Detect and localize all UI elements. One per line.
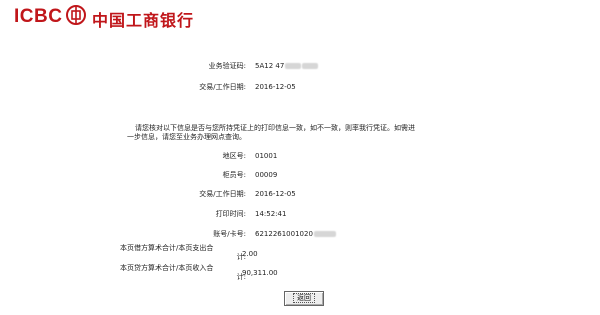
notice-line-2: 一步信息，请您至业务办理网点查询。 [127, 133, 246, 141]
detail-date-label: 交易/工作日期: [199, 190, 246, 198]
verify-code-value: 5A12 47 [255, 62, 319, 71]
credit-value: 90,311.00 [242, 269, 278, 277]
debit-value: 2.00 [242, 250, 258, 258]
print-time-label: 打印时间: [215, 210, 246, 218]
detail-date-value: 2016-12-05 [255, 190, 296, 198]
back-button[interactable]: 返回 [284, 291, 324, 306]
debit-label-line2: 计: [236, 253, 246, 261]
teller-value: 00009 [255, 171, 278, 179]
redacted-mark [302, 63, 319, 69]
verify-code-label: 业务验证码: [208, 62, 246, 70]
credit-label-line1: 本页贷方算术合计/本页收入合 [120, 264, 214, 272]
notice-line-1: 请您核对以下信息是否与您所持凭证上的打印信息一致，如不一致，则率我行凭证。如需进 [135, 124, 415, 132]
account-value: 6212261001020 [255, 230, 336, 239]
teller-label: 柜员号: [222, 171, 246, 179]
credit-label-line2: 计: [236, 273, 246, 281]
brand-en: ICBC [14, 6, 63, 27]
debit-label-line1: 本页借方算术合计/本页支出合 [120, 244, 214, 252]
notice-text: 请您核对以下信息是否与您所持凭证上的打印信息一致，如不一致，则率我行凭证。如需进… [127, 124, 495, 142]
summary-date-label: 交易/工作日期: [199, 83, 246, 91]
icbc-seal-icon [66, 5, 86, 25]
account-label: 账号/卡号: [213, 230, 246, 238]
back-button-label: 返回 [293, 293, 315, 303]
redacted-mark [285, 63, 302, 69]
print-time-value: 14:52:41 [255, 210, 287, 218]
redacted-mark [313, 231, 336, 237]
brand-cn: 中国工商银行 [92, 11, 195, 30]
summary-date-value: 2016-12-05 [255, 83, 296, 91]
region-label: 地区号: [222, 152, 246, 160]
region-value: 01001 [255, 152, 278, 160]
